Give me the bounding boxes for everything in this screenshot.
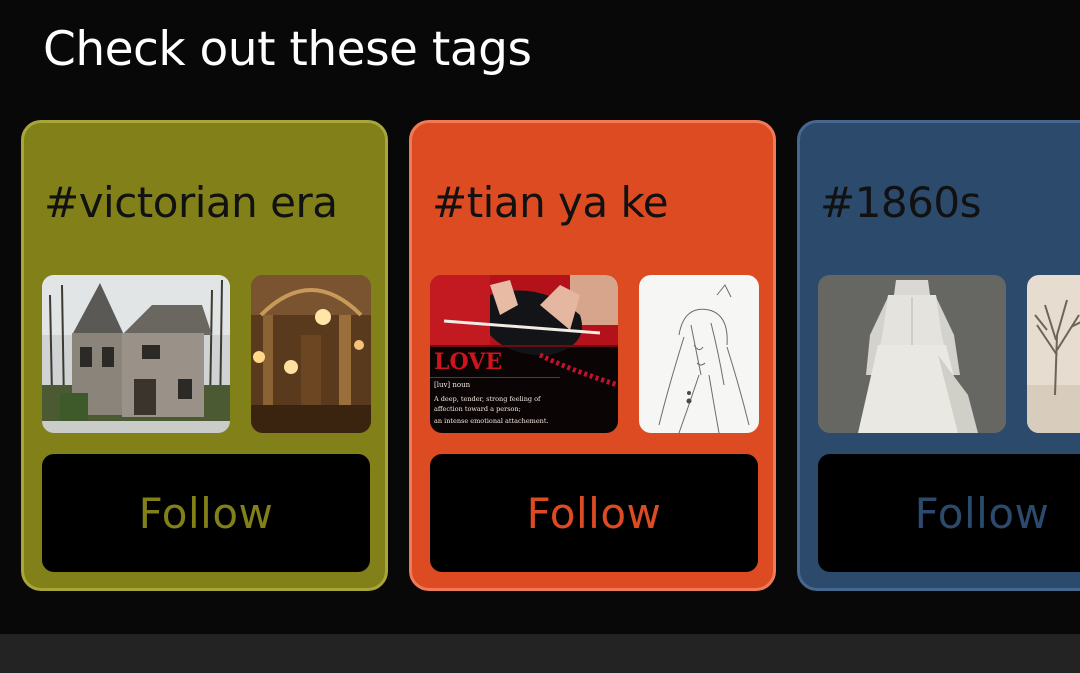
sepia-tree-thumbnail[interactable]	[1027, 275, 1080, 433]
image-text-love: LOVE	[434, 349, 502, 375]
ornate-interior-thumbnail[interactable]	[251, 275, 371, 433]
image-text-line-1: A deep, tender, strong feeling of	[433, 395, 541, 403]
image-text-line-3: an intense emotional attachement.	[434, 417, 549, 425]
bottom-bar	[0, 634, 1080, 673]
tag-name[interactable]: #tian ya ke	[432, 178, 669, 228]
tag-carousel[interactable]: #victorian era Follow #tian ya ke LOVE […	[0, 0, 1080, 634]
tag-card-tian-ya-ke[interactable]: #tian ya ke LOVE [luv] noun A deep, tend…	[409, 120, 776, 591]
tag-card-1860s[interactable]: #1860s Follow	[797, 120, 1080, 591]
image-text-line-2: affection toward a person;	[434, 405, 521, 413]
abandoned-house-thumbnail[interactable]	[42, 275, 230, 433]
follow-button[interactable]: Follow	[430, 454, 758, 572]
tag-name[interactable]: #1860s	[820, 178, 981, 228]
pencil-sketch-thumbnail[interactable]	[639, 275, 759, 433]
knitting-love-thumbnail[interactable]: LOVE [luv] noun A deep, tender, strong f…	[430, 275, 618, 433]
follow-button[interactable]: Follow	[42, 454, 370, 572]
white-dress-thumbnail[interactable]	[818, 275, 1006, 433]
tag-name[interactable]: #victorian era	[44, 178, 338, 228]
image-text-pronunciation: [luv] noun	[434, 381, 471, 389]
tag-card-victorian-era[interactable]: #victorian era Follow	[21, 120, 388, 591]
follow-button[interactable]: Follow	[818, 454, 1080, 572]
